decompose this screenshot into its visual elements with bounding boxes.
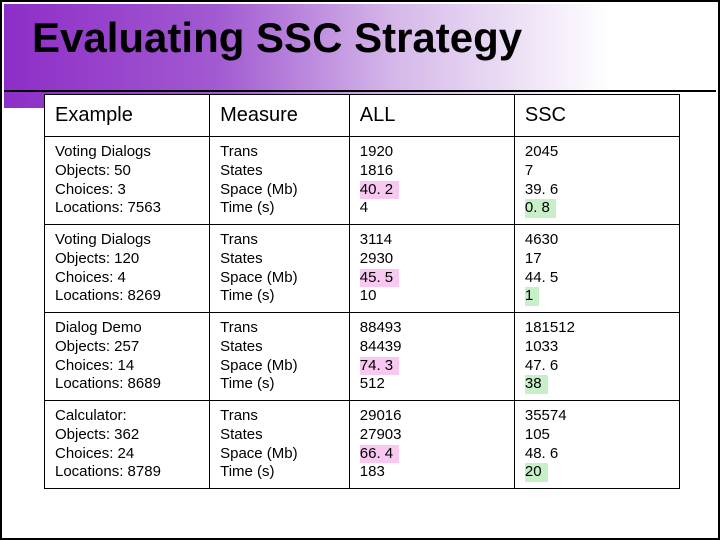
all-value: 10 [360,287,377,306]
measure-line: States [220,338,339,357]
ssc-value: 17 [525,250,542,269]
measure-line: Space (Mb) [220,357,339,376]
table-row: Voting DialogsObjects: 50Choices: 3Locat… [45,137,680,225]
all-value: 45. 5 [360,269,399,288]
table-row: Calculator:Objects: 362Choices: 24Locati… [45,401,680,489]
all-value: 1816 [360,162,393,181]
measure-line: Space (Mb) [220,181,339,200]
results-table: Example Measure ALL SSC Voting DialogsOb… [44,94,680,489]
cell-example: Voting DialogsObjects: 50Choices: 3Locat… [45,137,210,225]
col-header-example: Example [45,95,210,137]
ssc-value: 7 [525,162,533,181]
cell-example: Calculator:Objects: 362Choices: 24Locati… [45,401,210,489]
example-line: Objects: 120 [55,250,199,269]
cell-example: Dialog DemoObjects: 257Choices: 14Locati… [45,313,210,401]
measure-line: Trans [220,231,339,250]
ssc-value: 20 [525,463,548,482]
cell-ssc: 181512103347. 638 [514,313,679,401]
ssc-value: 0. 8 [525,199,556,218]
example-line: Calculator: [55,407,199,426]
cell-all: 1920181640. 24 [349,137,514,225]
all-value: 1920 [360,143,393,162]
example-line: Dialog Demo [55,319,199,338]
ssc-value: 105 [525,426,550,445]
all-value: 4 [360,199,368,218]
ssc-value: 2045 [525,143,558,162]
cell-all: 884938443974. 3512 [349,313,514,401]
example-line: Choices: 24 [55,445,199,464]
cell-ssc: 3557410548. 620 [514,401,679,489]
all-value: 84439 [360,338,402,357]
all-value: 88493 [360,319,402,338]
all-value: 27903 [360,426,402,445]
table-row: Dialog DemoObjects: 257Choices: 14Locati… [45,313,680,401]
ssc-value: 1 [525,287,539,306]
ssc-value: 39. 6 [525,181,558,200]
all-value: 66. 4 [360,445,399,464]
measure-line: Trans [220,143,339,162]
table-header-row: Example Measure ALL SSC [45,95,680,137]
measure-line: Time (s) [220,199,339,218]
ssc-value: 4630 [525,231,558,250]
example-line: Locations: 7563 [55,199,199,218]
example-line: Voting Dialogs [55,231,199,250]
ssc-value: 47. 6 [525,357,558,376]
ssc-value: 48. 6 [525,445,558,464]
all-value: 512 [360,375,385,394]
measure-line: Trans [220,407,339,426]
example-line: Locations: 8689 [55,375,199,394]
example-line: Voting Dialogs [55,143,199,162]
col-header-ssc: SSC [514,95,679,137]
all-value: 2930 [360,250,393,269]
slide: Evaluating SSC Strategy Example Measure … [0,0,720,540]
title-underline [4,90,716,92]
all-value: 29016 [360,407,402,426]
example-line: Choices: 4 [55,269,199,288]
cell-all: 290162790366. 4183 [349,401,514,489]
ssc-value: 1033 [525,338,558,357]
measure-line: Time (s) [220,463,339,482]
ssc-value: 44. 5 [525,269,558,288]
cell-example: Voting DialogsObjects: 120Choices: 4Loca… [45,225,210,313]
cell-measure: TransStatesSpace (Mb)Time (s) [210,137,350,225]
measure-line: States [220,250,339,269]
all-value: 40. 2 [360,181,399,200]
example-line: Objects: 257 [55,338,199,357]
example-line: Choices: 3 [55,181,199,200]
cell-measure: TransStatesSpace (Mb)Time (s) [210,225,350,313]
measure-line: Space (Mb) [220,269,339,288]
measure-line: States [220,426,339,445]
cell-ssc: 46301744. 51 [514,225,679,313]
cell-measure: TransStatesSpace (Mb)Time (s) [210,313,350,401]
measure-line: Time (s) [220,287,339,306]
example-line: Objects: 362 [55,426,199,445]
col-header-all: ALL [349,95,514,137]
ssc-value: 181512 [525,319,575,338]
measure-line: Trans [220,319,339,338]
measure-line: Time (s) [220,375,339,394]
ssc-value: 38 [525,375,548,394]
example-line: Choices: 14 [55,357,199,376]
measure-line: Space (Mb) [220,445,339,464]
col-header-measure: Measure [210,95,350,137]
measure-line: States [220,162,339,181]
example-line: Objects: 50 [55,162,199,181]
all-value: 183 [360,463,385,482]
cell-ssc: 2045739. 60. 8 [514,137,679,225]
cell-measure: TransStatesSpace (Mb)Time (s) [210,401,350,489]
all-value: 74. 3 [360,357,399,376]
table-row: Voting DialogsObjects: 120Choices: 4Loca… [45,225,680,313]
all-value: 3114 [360,231,392,250]
cell-all: 3114293045. 510 [349,225,514,313]
ssc-value: 35574 [525,407,567,426]
example-line: Locations: 8789 [55,463,199,482]
slide-title: Evaluating SSC Strategy [32,14,522,62]
example-line: Locations: 8269 [55,287,199,306]
